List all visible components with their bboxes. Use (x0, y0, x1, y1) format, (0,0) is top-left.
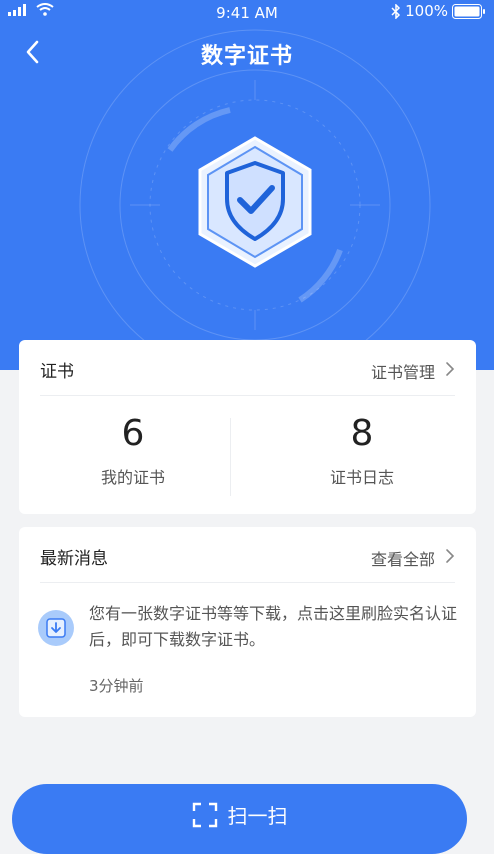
chevron-right-icon[interactable] (445, 361, 455, 377)
scan-button-content: 扫一扫 (12, 800, 467, 829)
certificate-card-title: 证书 (40, 362, 74, 382)
status-right: 100% (391, 2, 486, 20)
view-all-link[interactable]: 查看全部 (371, 546, 435, 570)
scan-button-label: 扫一扫 (227, 804, 288, 828)
messages-card-title: 最新消息 (40, 549, 108, 569)
certificate-card-header: 证书 证书管理 (40, 340, 455, 396)
my-certificates-count: 6 (121, 413, 145, 454)
battery-percent: 100% (405, 2, 448, 20)
certificate-log-count: 8 (350, 413, 374, 454)
certificate-manage-link[interactable]: 证书管理 (371, 359, 435, 383)
chevron-right-icon[interactable] (445, 548, 455, 564)
certificate-card: 证书 证书管理 6 我的证书 8 证书日志 (19, 340, 476, 514)
header-hero: 9:41 AM 100% 数字证书 (0, 0, 494, 370)
stat-divider (230, 418, 231, 496)
page-title: 数字证书 (200, 44, 293, 69)
status-bar: 9:41 AM 100% (0, 0, 494, 24)
messages-card: 最新消息 查看全部 您有一张数字证书等等下载，点击这里刷脸实名认证后，即可下载数… (19, 527, 476, 717)
battery-icon (452, 3, 485, 19)
message-text[interactable]: 您有一张数字证书等等下载，点击这里刷脸实名认证后，即可下载数字证书。 (89, 601, 458, 653)
scan-button[interactable]: 扫一扫 (12, 784, 467, 854)
certificate-log-label: 证书日志 (329, 468, 394, 487)
certificate-log-stat[interactable]: 8 证书日志 (248, 410, 476, 488)
my-certificates-stat[interactable]: 6 我的证书 (19, 410, 247, 488)
bluetooth-icon (391, 3, 401, 19)
my-certificates-label: 我的证书 (100, 468, 165, 487)
download-icon (38, 610, 74, 646)
message-time: 3分钟前 (89, 677, 144, 695)
messages-card-header: 最新消息 查看全部 (40, 527, 455, 583)
navigation-bar: 数字证书 (0, 32, 494, 72)
shield-check-icon (198, 136, 312, 268)
